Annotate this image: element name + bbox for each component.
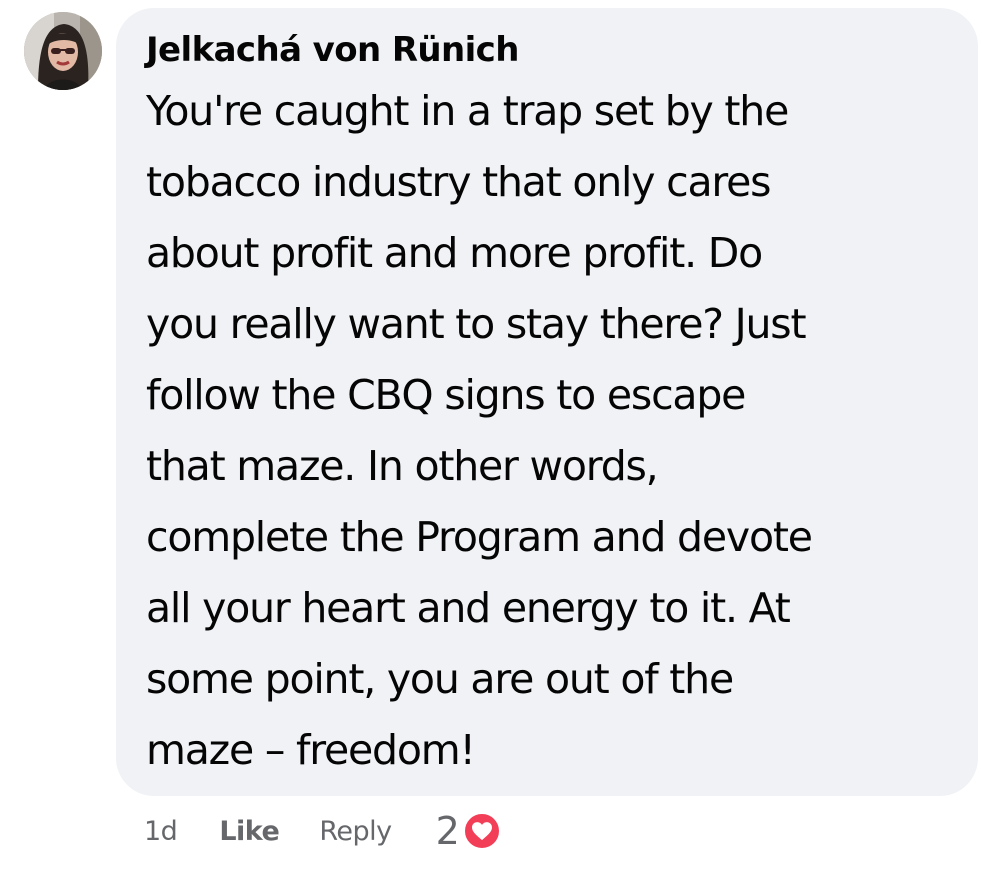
comment-timestamp[interactable]: 1d [144, 816, 178, 847]
like-button[interactable]: Like [219, 816, 280, 847]
heart-icon [461, 811, 502, 851]
comment-bubble: Jelkachá von Rünich You're caught in a t… [116, 8, 978, 796]
reaction-summary[interactable]: 2 [436, 809, 502, 853]
avatar[interactable] [24, 12, 102, 90]
comment-text: You're caught in a trap set by the tobac… [146, 87, 813, 774]
comment-author-name[interactable]: Jelkachá von Rünich [146, 28, 958, 72]
comment-actions: 1d Like Reply 2 [144, 806, 502, 856]
reply-button[interactable]: Reply [319, 816, 392, 847]
reaction-count: 2 [435, 809, 460, 853]
